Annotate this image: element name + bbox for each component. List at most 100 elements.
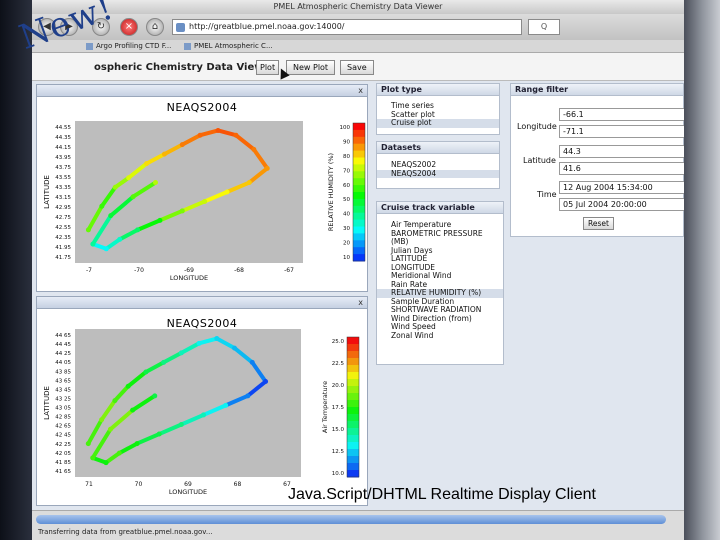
colorbar-tick-label: 17.5 bbox=[332, 405, 345, 411]
longitude-min-input[interactable]: -66.1 bbox=[559, 108, 684, 121]
y-tick-label: 43.55 bbox=[55, 175, 71, 181]
y-tick-label: 42 05 bbox=[55, 451, 71, 457]
x-tick-label: -67 bbox=[284, 267, 294, 274]
data-point bbox=[125, 383, 131, 389]
colorbar-segment bbox=[347, 470, 359, 478]
data-point bbox=[263, 379, 269, 385]
colorbar-tick-label: 30 bbox=[343, 226, 350, 232]
status-bar: Transferring data from greatblue.pmel.no… bbox=[32, 510, 684, 540]
colorbar-segment bbox=[353, 164, 365, 172]
datasets-panel: Datasets NEAQS2002 NEAQS2004 bbox=[376, 141, 500, 189]
colorbar-tick-label: 40 bbox=[343, 212, 350, 218]
colorbar-segment bbox=[353, 226, 365, 234]
stop-icon[interactable]: × bbox=[120, 18, 138, 36]
colorbar-tick-label: 25.0 bbox=[332, 339, 345, 345]
plot-button[interactable]: Plot bbox=[256, 60, 280, 75]
data-point bbox=[130, 407, 136, 413]
data-point bbox=[196, 340, 202, 346]
colorbar-label: Air Temperature bbox=[321, 381, 329, 433]
datasets-header: Datasets bbox=[377, 142, 499, 154]
y-tick-label: 42.55 bbox=[55, 225, 71, 231]
url-field[interactable]: http://greatblue.pmel.noaa.gov:14000/ bbox=[172, 19, 522, 35]
page-icon bbox=[184, 43, 191, 50]
y-tick-label: 44.35 bbox=[55, 135, 71, 141]
colorbar-segment bbox=[353, 233, 365, 241]
plot-type-item[interactable]: Cruise plot bbox=[377, 118, 499, 128]
colorbar-segment bbox=[353, 219, 365, 227]
y-tick-label: 41.75 bbox=[55, 255, 71, 261]
x-tick-label: 71 bbox=[85, 481, 93, 488]
app-content: x NEAQS2004 44.55 44.35 44.15 43.95 43.75 43.… bbox=[32, 81, 684, 510]
data-point bbox=[152, 393, 158, 399]
plot-panel-2: x NEAQS2004 44 65 44 45 44 25 44 05 43 85 43 … bbox=[36, 296, 368, 506]
data-point bbox=[161, 151, 167, 157]
y-tick-label: 42 85 bbox=[55, 415, 71, 421]
data-point bbox=[134, 441, 140, 447]
colorbar-tick-label: 70 bbox=[343, 168, 350, 174]
data-point bbox=[90, 455, 96, 461]
save-button[interactable]: Save bbox=[340, 60, 374, 75]
close-icon[interactable]: x bbox=[358, 297, 363, 309]
colorbar-segment bbox=[347, 344, 359, 352]
reset-button[interactable]: Reset bbox=[583, 217, 614, 230]
data-point bbox=[223, 402, 229, 408]
status-text: Transferring data from greatblue.pmel.no… bbox=[38, 528, 213, 536]
colorbar-segment bbox=[353, 254, 365, 262]
app-header: ospheric Chemistry Data Viewer Plot New … bbox=[32, 53, 684, 81]
time-start-input[interactable]: 12 Aug 2004 15:34:00 bbox=[559, 181, 684, 194]
colorbar-tick-label: 100 bbox=[340, 125, 351, 131]
data-point bbox=[135, 227, 141, 233]
y-tick-label: 41 85 bbox=[55, 460, 71, 466]
url-text: http://greatblue.pmel.noaa.gov:14000/ bbox=[189, 22, 345, 31]
colorbar-segment bbox=[347, 365, 359, 373]
cruise-track-header: Cruise track variable bbox=[377, 202, 503, 214]
colorbar-segment bbox=[353, 240, 365, 248]
new-plot-button[interactable]: New Plot bbox=[286, 60, 336, 75]
chart-1: 44.55 44.35 44.15 43.95 43.75 43.55 43.35 43.15… bbox=[43, 121, 366, 282]
x-tick-label: -70 bbox=[134, 267, 144, 274]
y-axis-label: LATITUDE bbox=[43, 175, 51, 209]
colorbar-segment bbox=[353, 150, 365, 158]
horizontal-scrollbar[interactable] bbox=[36, 515, 666, 524]
tab-pmel[interactable]: PMEL Atmospheric C... bbox=[182, 41, 273, 52]
data-point bbox=[85, 441, 91, 447]
data-point bbox=[178, 421, 184, 427]
y-tick-label: 44.55 bbox=[55, 125, 71, 131]
y-tick-label: 42 25 bbox=[55, 442, 71, 448]
track-variable-item[interactable]: Zonal Wind bbox=[377, 331, 503, 341]
chart-2: 44 65 44 45 44 25 44 05 43 85 43 65 43 45 43 25… bbox=[43, 329, 360, 496]
y-tick-label: 43.35 bbox=[55, 185, 71, 191]
data-point bbox=[107, 426, 113, 432]
data-point bbox=[144, 161, 150, 167]
colorbar-segment bbox=[353, 129, 365, 138]
x-tick-label: 68 bbox=[234, 481, 242, 488]
close-icon[interactable]: x bbox=[358, 85, 363, 97]
y-tick-label: 43 85 bbox=[55, 369, 71, 375]
data-point bbox=[251, 146, 257, 152]
data-point bbox=[161, 359, 167, 365]
dataset-item[interactable]: NEAQS2004 bbox=[377, 169, 499, 178]
latitude-min-input[interactable]: 44.3 bbox=[559, 145, 684, 158]
range-filter-panel: Range filter Longitude -66.1 -71.1 Latit… bbox=[510, 83, 684, 237]
y-axis-label: LATITUDE bbox=[43, 386, 51, 420]
home-icon[interactable]: ⌂ bbox=[146, 18, 164, 36]
tab-argo[interactable]: Argo Profiling CTD F... bbox=[84, 41, 171, 52]
data-point bbox=[245, 393, 251, 399]
y-tick-label: 43 25 bbox=[55, 396, 71, 402]
data-point bbox=[179, 208, 185, 214]
colorbar-tick-label: 20.0 bbox=[332, 383, 345, 389]
time-end-input[interactable]: 05 Jul 2004 20:00:00 bbox=[559, 198, 684, 211]
colorbar-segment bbox=[353, 171, 365, 179]
search-icon[interactable]: Q bbox=[528, 19, 560, 35]
colorbar-segment bbox=[347, 435, 359, 443]
colorbar-tick-label: 90 bbox=[343, 139, 350, 145]
longitude-max-input[interactable]: -71.1 bbox=[559, 125, 684, 138]
colorbar-segment bbox=[347, 400, 359, 408]
y-tick-label: 41 65 bbox=[55, 469, 71, 475]
latitude-max-input[interactable]: 41.6 bbox=[559, 162, 684, 175]
data-point bbox=[201, 412, 207, 418]
data-point bbox=[264, 165, 270, 171]
y-tick-label: 42 45 bbox=[55, 433, 71, 439]
longitude-label: Longitude bbox=[517, 122, 557, 131]
data-point bbox=[99, 203, 105, 209]
